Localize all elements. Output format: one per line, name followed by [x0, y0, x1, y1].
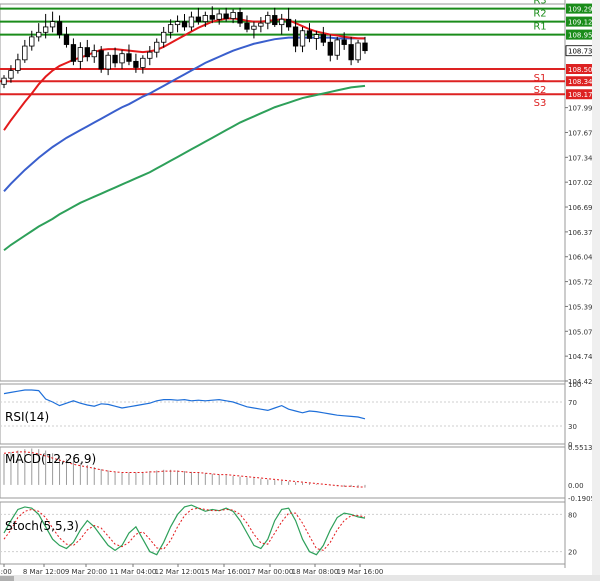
candle-body: [188, 16, 195, 28]
candle-body: [1, 77, 7, 85]
candle-body: [140, 57, 146, 68]
candle-body: [209, 15, 215, 20]
time-tick-label: 12 Mar 12:00: [155, 568, 202, 576]
candle-body: [362, 42, 368, 52]
candle-body: [63, 34, 70, 45]
candle-body: [258, 22, 264, 27]
candle-body: [8, 70, 14, 79]
candle-body: [112, 54, 118, 64]
candle-body: [195, 16, 202, 22]
chart-stage: 109.290 R3 109.120 R2 108.950 R1 108.500 S1 108.…: [0, 0, 600, 581]
candle-body: [334, 39, 340, 56]
candle-body: [279, 18, 285, 26]
vertical-scrollbar[interactable]: [592, 0, 600, 575]
candle-body: [348, 44, 354, 61]
chart-svg: 109.290R3109.120R2108.950R1108.500S1 108.…: [0, 0, 600, 581]
level-name-r1: R1: [533, 22, 546, 33]
macd-tick-label: 0.5513: [568, 444, 593, 452]
candle-body: [70, 44, 77, 62]
time-tick-label: 15 Mar 16:00: [201, 568, 248, 576]
candle-body: [181, 21, 188, 28]
stoch-tick-label: 20: [568, 549, 577, 557]
time-tick-label: 8:00: [0, 568, 12, 576]
candle-body: [202, 15, 208, 22]
candle-body: [42, 26, 49, 33]
candle-body: [167, 24, 174, 33]
horizontal-scrollbar-thumb[interactable]: [0, 576, 14, 581]
rsi-tick-label: 30: [568, 423, 577, 431]
candle-body: [49, 21, 56, 28]
candle-body: [105, 54, 111, 70]
candle-body: [355, 42, 361, 61]
candle-body: [285, 18, 292, 28]
candle-body: [119, 53, 125, 64]
horizontal-scrollbar[interactable]: [0, 575, 600, 581]
stoch-label: Stoch(5,5,3): [5, 519, 79, 533]
level-name-s1: S1: [534, 73, 547, 84]
candle-body: [147, 51, 153, 59]
candle-body: [320, 34, 327, 43]
time-tick-label: 11 Mar 04:00: [110, 568, 157, 576]
rsi-tick-label: 100: [568, 381, 581, 389]
candle-body: [84, 47, 90, 58]
time-tick-label: 9 Mar 20:00: [65, 568, 107, 576]
candle-body: [292, 26, 299, 47]
level-name-r3: R3: [533, 0, 546, 7]
candle-body: [126, 53, 132, 62]
rsi-tick-label: 70: [568, 399, 577, 407]
stoch-tick-label: 80: [568, 511, 577, 519]
candle-body: [313, 34, 320, 39]
time-tick-label: 19 Mar 16:00: [337, 568, 384, 576]
candle-body: [251, 25, 257, 30]
candle-body: [299, 30, 306, 47]
candle-body: [341, 39, 347, 45]
candle-body: [237, 12, 243, 24]
candle-body: [22, 45, 28, 61]
candle-body: [98, 50, 104, 70]
candle-body: [216, 13, 222, 20]
chart-background: [0, 0, 600, 581]
candle-body: [29, 36, 35, 47]
candle-body: [174, 21, 181, 26]
time-tick-label: 18 Mar 08:00: [292, 568, 339, 576]
candle-body: [327, 41, 333, 56]
candle-body: [223, 13, 229, 19]
macd-tick-label: 0.00: [568, 482, 584, 490]
time-tick-label: 8 Mar 12:00: [23, 568, 65, 576]
level-name-s3: S3: [534, 98, 547, 109]
candle-body: [161, 31, 167, 43]
candle-body: [306, 30, 313, 39]
candle-body: [91, 50, 97, 58]
macd-label: MACD(12,26,9): [5, 452, 96, 466]
candle-body: [36, 31, 42, 38]
candle-body: [154, 41, 160, 53]
candle-body: [77, 47, 84, 62]
candle-body: [272, 15, 278, 26]
candle-body: [265, 15, 271, 24]
time-tick-label: 17 Mar 00:00: [247, 568, 294, 576]
candle-body: [244, 22, 250, 30]
rsi-label: RSI(14): [5, 410, 49, 424]
macd-tick-label: -0.1905: [568, 495, 595, 503]
level-name-r2: R2: [533, 9, 546, 20]
candle-body: [133, 60, 139, 68]
candle-body: [56, 21, 63, 35]
candle-body: [230, 12, 236, 19]
candle-body: [15, 59, 21, 71]
